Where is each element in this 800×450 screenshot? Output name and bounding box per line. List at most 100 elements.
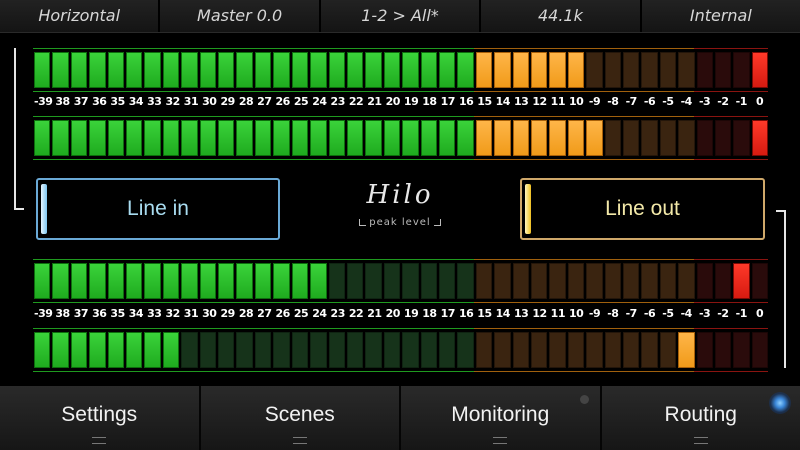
meter-segment: [420, 263, 437, 299]
scale-label: -8: [607, 95, 619, 108]
meter-segment: [530, 332, 548, 368]
status-orientation[interactable]: Horizontal: [0, 0, 161, 32]
scale-label: -39: [34, 307, 53, 320]
meter-segment: [162, 332, 180, 368]
meter-segment: [641, 52, 658, 88]
meter-segment: [402, 332, 419, 368]
nav-settings-label: Settings: [61, 403, 138, 426]
activity-light-icon: [769, 392, 791, 414]
meter-segment: [623, 120, 640, 156]
scale-label: 33: [147, 307, 162, 320]
meter-segment: [254, 52, 272, 88]
meter-segment: [641, 332, 658, 368]
meter-segment: [678, 263, 695, 299]
scale-label: 13: [513, 307, 529, 320]
meter-segment: [420, 332, 437, 368]
meter-segment: [273, 332, 290, 368]
meter-segment: [236, 263, 253, 299]
status-bar: Horizontal Master 0.0 1-2 > All* 44.1k I…: [0, 0, 800, 33]
line-in-button[interactable]: Line in: [36, 178, 280, 240]
meter-segment: [751, 52, 769, 88]
line-out-indicator: [525, 184, 531, 234]
line-out-label: Line out: [605, 197, 680, 220]
meter-segment: [659, 52, 677, 88]
grip-icon: [292, 437, 307, 444]
meter-segment: [586, 52, 603, 88]
scale-label: -3: [698, 307, 711, 320]
meter-segment: [70, 120, 88, 156]
meter-segment: [144, 52, 161, 88]
meter-segment: [254, 332, 272, 368]
meter-segment: [530, 263, 548, 299]
scale-label: 30: [202, 307, 217, 320]
meter-segment: [659, 332, 677, 368]
meter-segment: [475, 332, 493, 368]
input-meter-channel-2: [34, 120, 769, 156]
meter-segment: [438, 332, 456, 368]
meter-segment: [567, 52, 585, 88]
meter-segment: [678, 52, 695, 88]
scale-label: -6: [643, 95, 656, 108]
meter-segment: [126, 263, 143, 299]
meter-segment: [199, 332, 217, 368]
grip-icon: [693, 437, 708, 444]
scale-label: 26: [275, 95, 291, 108]
meter-segment: [310, 52, 327, 88]
line-out-button[interactable]: Line out: [520, 178, 765, 240]
meter-segment: [89, 332, 106, 368]
nav-scenes-label: Scenes: [264, 403, 335, 426]
status-sample-rate[interactable]: 44.1k: [481, 0, 642, 32]
meter-segment: [291, 120, 309, 156]
scale-label: 31: [183, 95, 199, 108]
meter-segment: [733, 332, 750, 368]
output-meter-channel-1: [34, 263, 769, 299]
meter-segment: [494, 52, 511, 88]
scale-label: 27: [257, 95, 272, 108]
scale-label: -4: [680, 307, 693, 320]
meter-segment: [457, 52, 474, 88]
meter-segment: [291, 52, 309, 88]
grip-icon: [493, 437, 508, 444]
meter-segment: [310, 263, 327, 299]
meter-segment: [346, 332, 364, 368]
scale-label: -39: [34, 95, 53, 108]
meter-segment: [586, 332, 603, 368]
scale-label: 30: [202, 95, 217, 108]
meter-segment: [715, 120, 732, 156]
scale-label: 14: [495, 307, 511, 320]
meter-segment: [34, 120, 51, 156]
meter-segment: [199, 120, 217, 156]
scale-label: 24: [312, 307, 327, 320]
scale-label: 38: [55, 95, 70, 108]
meter-segment: [696, 52, 714, 88]
scale-label: 12: [532, 95, 547, 108]
scale-label: 17: [440, 307, 456, 320]
status-master-level[interactable]: Master 0.0: [160, 0, 321, 32]
scale-label: 17: [440, 95, 456, 108]
nav-scenes-button[interactable]: Scenes: [200, 386, 401, 450]
meter-segment: [162, 52, 180, 88]
output-bracket-line: [784, 210, 786, 368]
nav-monitoring-button[interactable]: Monitoring: [401, 386, 602, 450]
logo-word: Hilo: [366, 180, 434, 210]
meter-segment: [438, 263, 456, 299]
scale-label: -4: [680, 95, 693, 108]
scale-label: 34: [128, 95, 144, 108]
meter-segment: [586, 263, 603, 299]
meter-segment: [383, 120, 401, 156]
meter-segment: [199, 263, 217, 299]
meter-segment: [678, 120, 695, 156]
status-clock-source[interactable]: Internal: [641, 0, 800, 32]
scale-label: -7: [625, 307, 638, 320]
meter-segment: [586, 120, 603, 156]
meter-segment: [438, 52, 456, 88]
meter-segment: [475, 263, 493, 299]
meter-segment: [144, 120, 161, 156]
scale-label: 29: [220, 307, 235, 320]
status-routing[interactable]: 1-2 > All*: [320, 0, 482, 32]
nav-settings-button[interactable]: Settings: [0, 386, 201, 450]
scale-label: 35: [110, 95, 125, 108]
scale-label: 28: [238, 307, 254, 320]
meter-segment: [696, 120, 714, 156]
meter-segment: [475, 120, 493, 156]
